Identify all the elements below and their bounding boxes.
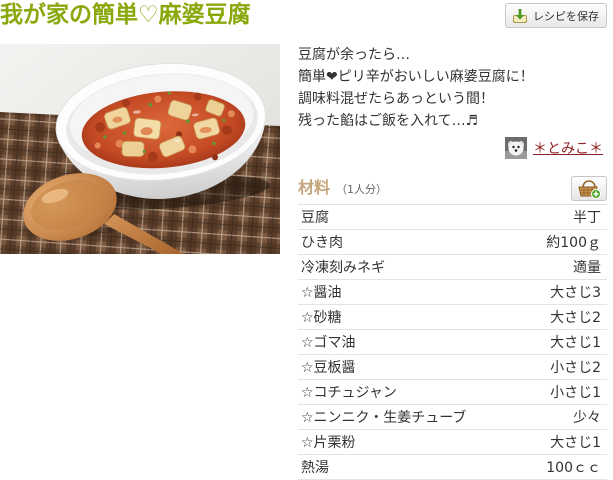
avatar <box>505 136 527 159</box>
ingredient-quantity: 約100ｇ <box>546 235 601 251</box>
servings-label: （1人分） <box>336 183 388 196</box>
ingredient-row: ☆砂糖 大さじ2 <box>298 305 607 330</box>
description-line: 残った餡はご飯を入れて…♬ <box>298 113 479 129</box>
ingredient-row: ひき肉 約100ｇ <box>298 230 607 255</box>
description-line: 豆腐が余ったら… <box>298 47 410 63</box>
ingredient-name: ☆醤油 <box>301 285 342 301</box>
ingredient-name: 冷凍刻みネギ <box>301 260 385 276</box>
ingredient-name: ☆ゴマ油 <box>301 335 356 351</box>
ingredient-quantity: 大さじ3 <box>550 285 601 301</box>
add-to-shopping-list-button[interactable] <box>571 176 607 201</box>
ingredient-row: 豆腐 半丁 <box>298 205 607 230</box>
ingredient-row: ☆醤油 大さじ3 <box>298 280 607 305</box>
author-name-link[interactable]: ＊とみこ＊ <box>533 138 603 158</box>
ingredient-quantity: 大さじ1 <box>550 335 601 351</box>
ingredient-row: 熱湯 100ｃｃ <box>298 455 607 480</box>
ingredient-quantity: 少々 <box>573 410 601 426</box>
tofu-cube <box>121 140 145 157</box>
ingredient-name: ☆コチュジャン <box>301 385 397 401</box>
save-recipe-label: レシピを保存 <box>533 9 599 23</box>
save-recipe-button[interactable]: レシピを保存 <box>505 3 607 28</box>
ingredient-name: 熱湯 <box>301 460 329 476</box>
ingredient-row: ☆片栗粉 大さじ1 <box>298 430 607 455</box>
basket-handle <box>582 179 596 187</box>
ingredient-quantity: 大さじ2 <box>550 310 601 326</box>
ingredient-list: 豆腐 半丁 ひき肉 約100ｇ 冷凍刻みネギ 適量 ☆醤油 大さじ3 ☆砂糖 大… <box>298 204 607 480</box>
ingredient-name: ☆砂糖 <box>301 310 342 326</box>
ingredient-name: ひき肉 <box>301 235 343 251</box>
ingredient-name: 豆腐 <box>301 210 329 226</box>
ingredient-quantity: 半丁 <box>573 210 601 226</box>
ingredient-row: ☆ニンニク・生姜チューブ 少々 <box>298 405 607 430</box>
ingredient-row: 冷凍刻みネギ 適量 <box>298 255 607 280</box>
description-line: 簡単❤ピリ辛がおいしい麻婆豆腐に！ <box>298 69 534 85</box>
ingredient-quantity: 小さじ2 <box>550 360 601 376</box>
ingredient-row: ☆豆板醤 小さじ2 <box>298 355 607 380</box>
author-avatar[interactable] <box>505 136 527 159</box>
ingredient-row: ☆ゴマ油 大さじ1 <box>298 330 607 355</box>
ingredient-quantity: 100ｃｃ <box>546 460 601 476</box>
author-info: ＊とみこ＊ <box>505 136 603 159</box>
download-icon <box>513 8 527 23</box>
ingredients-header: 材料 （1人分） <box>298 176 387 200</box>
description-line: 調味料混ぜたらあっという間！ <box>298 91 494 107</box>
ingredient-name: ☆豆板醤 <box>301 360 356 376</box>
dog-eye <box>517 145 520 148</box>
ingredient-quantity: 大さじ1 <box>550 435 601 451</box>
recipe-title: 我が家の簡単♡麻婆豆腐 <box>0 2 251 28</box>
recipe-description: 豆腐が余ったら… 簡単❤ピリ辛がおいしい麻婆豆腐に！ 調味料混ぜたらあっという間… <box>298 44 607 132</box>
shopping-basket-icon <box>578 179 601 199</box>
ingredient-row: ☆コチュジャン 小さじ1 <box>298 380 607 405</box>
ingredient-quantity: 適量 <box>573 260 601 276</box>
ingredient-name: ☆ニンニク・生姜チューブ <box>301 410 467 426</box>
ingredient-name: ☆片栗粉 <box>301 435 356 451</box>
ingredients-heading: 材料 <box>298 178 331 197</box>
ingredient-quantity: 小さじ1 <box>550 385 601 401</box>
recipe-photo <box>0 44 280 254</box>
dog-eye <box>512 145 515 148</box>
dog-nose <box>514 148 518 152</box>
dog-face <box>508 141 524 155</box>
